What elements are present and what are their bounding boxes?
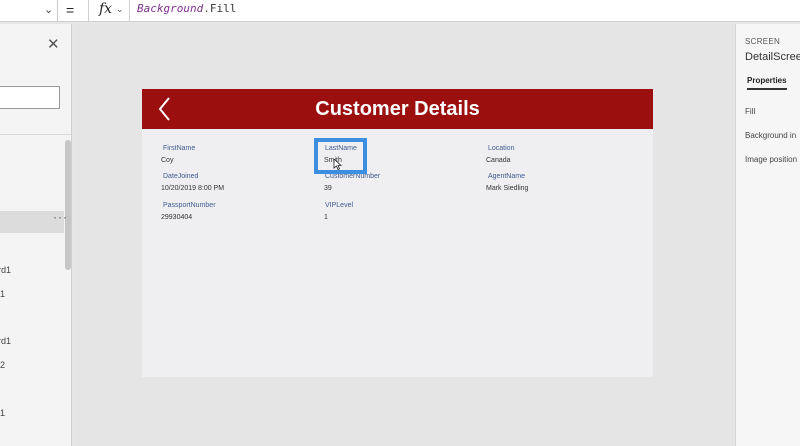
field-value-agentname: Mark Siedling [486, 185, 529, 192]
equals-sign: = [66, 2, 75, 18]
property-image-position[interactable]: Image position [745, 155, 797, 164]
field-value-customernumber: 39 [324, 185, 332, 192]
tree-search-input[interactable] [0, 86, 60, 109]
field-label-viplevel: VIPLevel [325, 202, 354, 209]
field-label-customernumber: CustomerNumber [325, 173, 381, 180]
mouse-pointer-icon [333, 159, 342, 170]
tree-item[interactable]: 2 [0, 360, 5, 370]
app-header: Customer Details [142, 89, 653, 129]
field-value-viplevel: 1 [324, 214, 328, 221]
property-dropdown[interactable]: ⌄ [0, 0, 58, 21]
more-options-icon[interactable]: ··· [53, 210, 68, 224]
field-label-location: Location [488, 145, 515, 152]
field-label-datejoined: DateJoined [163, 173, 199, 180]
scrollbar[interactable] [65, 140, 71, 270]
tree-view-panel: ✕ ··· rd1 1 rd1 2 1 [0, 24, 72, 446]
field-label-agentname: AgentName [488, 173, 525, 180]
tree-item[interactable]: 1 [0, 408, 5, 418]
property-fill[interactable]: Fill [745, 107, 755, 116]
app-title: Customer Details [315, 98, 480, 120]
field-label-passportnumber: PassportNumber [163, 202, 216, 209]
tree-item[interactable]: rd1 [0, 265, 11, 275]
field-value-firstname: Coy [161, 157, 174, 164]
tab-underline [747, 88, 787, 90]
properties-panel: SCREEN DetailScreen Properties Fill Back… [735, 24, 800, 446]
property-background-image[interactable]: Background in [745, 131, 796, 140]
control-type-label: SCREEN [745, 37, 781, 46]
tab-properties[interactable]: Properties [747, 76, 787, 85]
detail-screen[interactable]: Customer Details FirstName Coy LastName … [142, 89, 653, 377]
screen-name: DetailScreen [745, 51, 800, 63]
chevron-down-icon[interactable]: ⌄ [44, 3, 53, 16]
field-value-datejoined: 10/20/2019 8:00 PM [161, 185, 225, 192]
chevron-down-icon: ⌄ [116, 4, 124, 14]
fx-icon: fx [99, 1, 113, 17]
formula-input[interactable]: Background.Fill [137, 2, 236, 15]
field-label-firstname: FirstName [163, 145, 196, 152]
close-icon[interactable]: ✕ [47, 35, 60, 53]
formula-dot: . [203, 2, 210, 15]
tree-item[interactable]: rd1 [0, 336, 11, 346]
divider [0, 134, 71, 135]
fx-button[interactable]: fx ⌄ [88, 0, 130, 21]
field-value-location: Canada [486, 157, 511, 164]
tree-item[interactable]: 1 [0, 289, 5, 299]
formula-keyword: Background [137, 2, 204, 15]
formula-bar: ⌄ = fx ⌄ Background.Fill [0, 0, 800, 22]
formula-property: Fill [209, 2, 237, 15]
field-value-passportnumber: 29930404 [161, 214, 193, 221]
